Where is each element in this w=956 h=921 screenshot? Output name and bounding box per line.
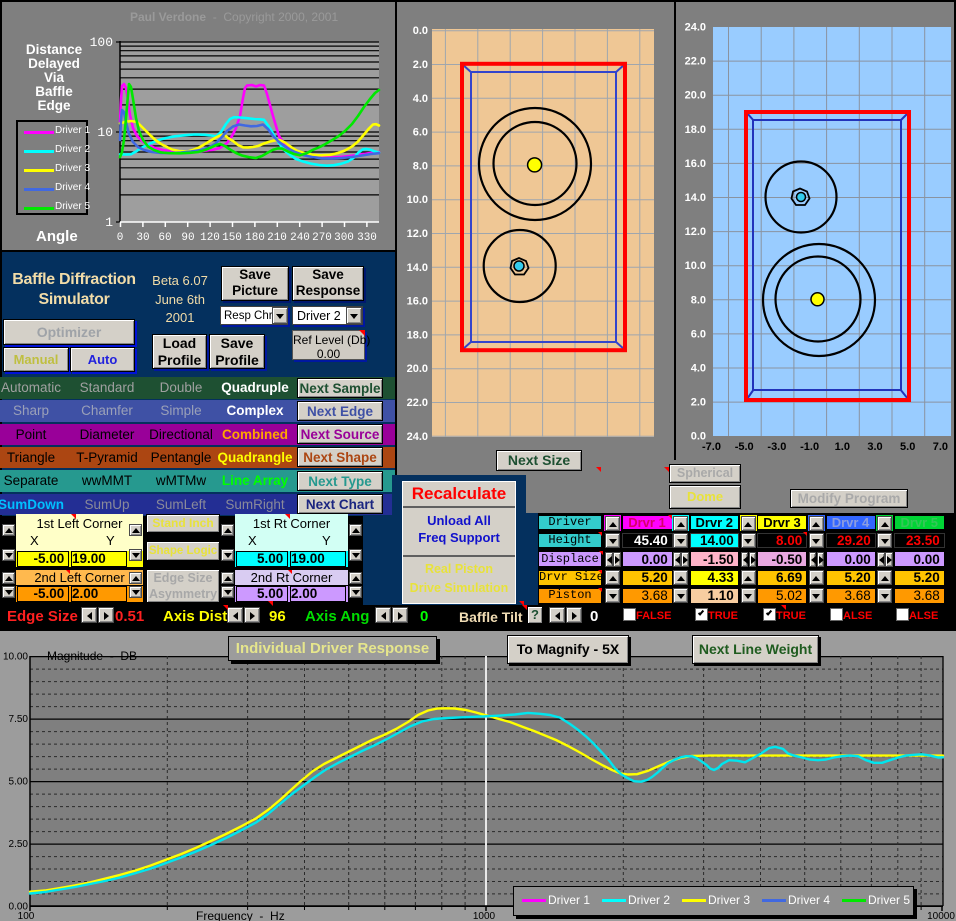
svg-text:7.50: 7.50 xyxy=(9,714,29,725)
svg-text:10.00: 10.00 xyxy=(3,652,28,663)
svg-text:Magnitude - DB: Magnitude - DB xyxy=(47,649,137,663)
svg-text:100: 100 xyxy=(18,911,35,921)
svg-text:Frequency - Hz: Frequency - Hz xyxy=(196,909,285,921)
svg-text:5.00: 5.00 xyxy=(9,777,29,788)
svg-text:10000: 10000 xyxy=(927,911,955,921)
svg-text:1000: 1000 xyxy=(473,911,496,921)
svg-text:2.50: 2.50 xyxy=(9,839,29,850)
